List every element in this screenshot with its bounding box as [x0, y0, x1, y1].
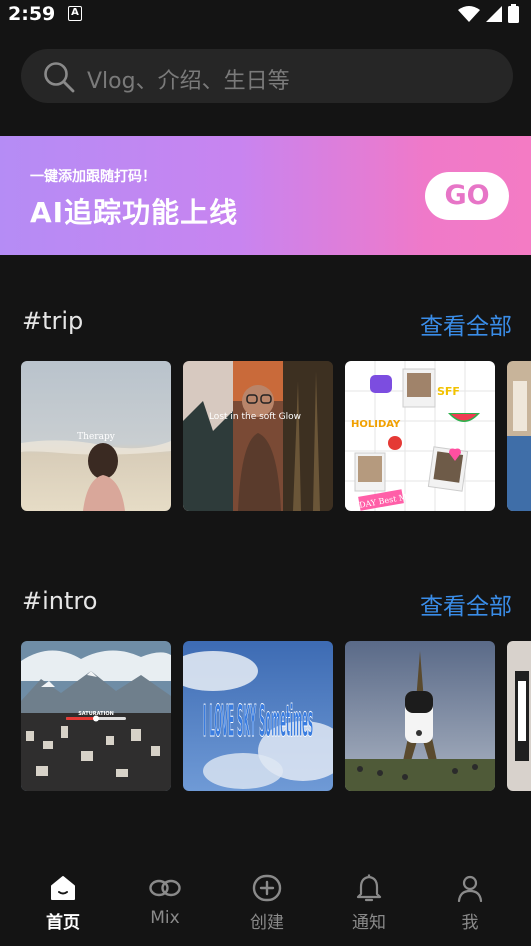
search-bar[interactable]: Vlog、介绍、生日等	[21, 49, 513, 103]
eiffel-tower-image	[345, 641, 495, 791]
status-time: 2:59	[8, 3, 56, 25]
tab-label: 创建	[250, 913, 284, 933]
search-input[interactable]: Vlog、介绍、生日等	[87, 63, 290, 95]
home-icon	[51, 876, 75, 900]
thumb-caption: Therapy	[77, 432, 116, 442]
bottom-tab-bar: 首页 Mix 创建 通知 我	[0, 862, 531, 946]
add-circle-icon	[252, 874, 282, 902]
template-thumbnail[interactable]: SATURATION	[21, 641, 171, 791]
link-icon	[149, 879, 181, 897]
tab-label: 首页	[46, 913, 80, 933]
beach-image: Therapy	[21, 361, 171, 511]
section-title-intro: #intro	[22, 587, 98, 615]
template-thumbnail[interactable]: Lost in the soft Glow	[183, 361, 333, 511]
tab-label: Mix	[150, 908, 180, 928]
status-icons	[458, 4, 519, 23]
search-icon	[44, 62, 75, 93]
partial-image	[507, 641, 531, 791]
template-thumbnail[interactable]: I LOVE SKY Sometimes	[183, 641, 333, 791]
banner-subtitle: 一键添加跟随打码！	[30, 169, 156, 185]
thumb-caption: Lost in the soft Glow	[209, 412, 301, 422]
template-thumbnail[interactable]	[345, 641, 495, 791]
svg-text:SFF: SFF	[437, 385, 460, 398]
section-title-trip: #trip	[22, 307, 84, 335]
svg-text:HOLIDAY: HOLIDAY	[351, 419, 401, 430]
tab-notifications[interactable]: 通知	[329, 874, 409, 933]
partial-image	[507, 361, 531, 511]
template-thumbnail[interactable]: Therapy	[21, 361, 171, 511]
tab-mix[interactable]: Mix	[125, 874, 205, 928]
view-all-trip-link[interactable]: 查看全部	[420, 307, 512, 341]
bell-icon	[356, 874, 382, 902]
tab-label: 我	[461, 913, 479, 933]
tab-profile[interactable]: 我	[430, 874, 510, 933]
wifi-icon	[458, 5, 480, 22]
city-mountain-image: SATURATION	[21, 641, 171, 791]
status-bar: 2:59 A	[0, 0, 531, 30]
banner-title: AI追踪功能上线	[30, 196, 239, 229]
profile-icon	[457, 875, 483, 902]
tab-home[interactable]: 首页	[23, 874, 103, 933]
holiday-collage-image: SFF HOLIDAY HOLIDAY Best Month	[345, 361, 495, 511]
ai-tracking-banner[interactable]: 一键添加跟随打码！ AI追踪功能上线 GO	[0, 136, 531, 255]
template-thumbnail[interactable]: SFF HOLIDAY HOLIDAY Best Month	[345, 361, 495, 511]
notification-a-icon: A	[68, 6, 82, 21]
tab-label: 通知	[352, 913, 386, 933]
battery-icon	[508, 4, 519, 23]
tab-create[interactable]: 创建	[227, 874, 307, 933]
signal-icon	[486, 5, 502, 22]
sky-image: I LOVE SKY Sometimes	[183, 641, 333, 791]
template-thumbnail-partial[interactable]	[507, 361, 531, 511]
thumb-caption: I LOVE SKY Sometimes	[203, 696, 313, 747]
go-button[interactable]: GO	[425, 172, 509, 220]
glow-portrait-image: Lost in the soft Glow	[183, 361, 333, 511]
template-thumbnail-partial[interactable]	[507, 641, 531, 791]
view-all-intro-link[interactable]: 查看全部	[420, 587, 512, 621]
